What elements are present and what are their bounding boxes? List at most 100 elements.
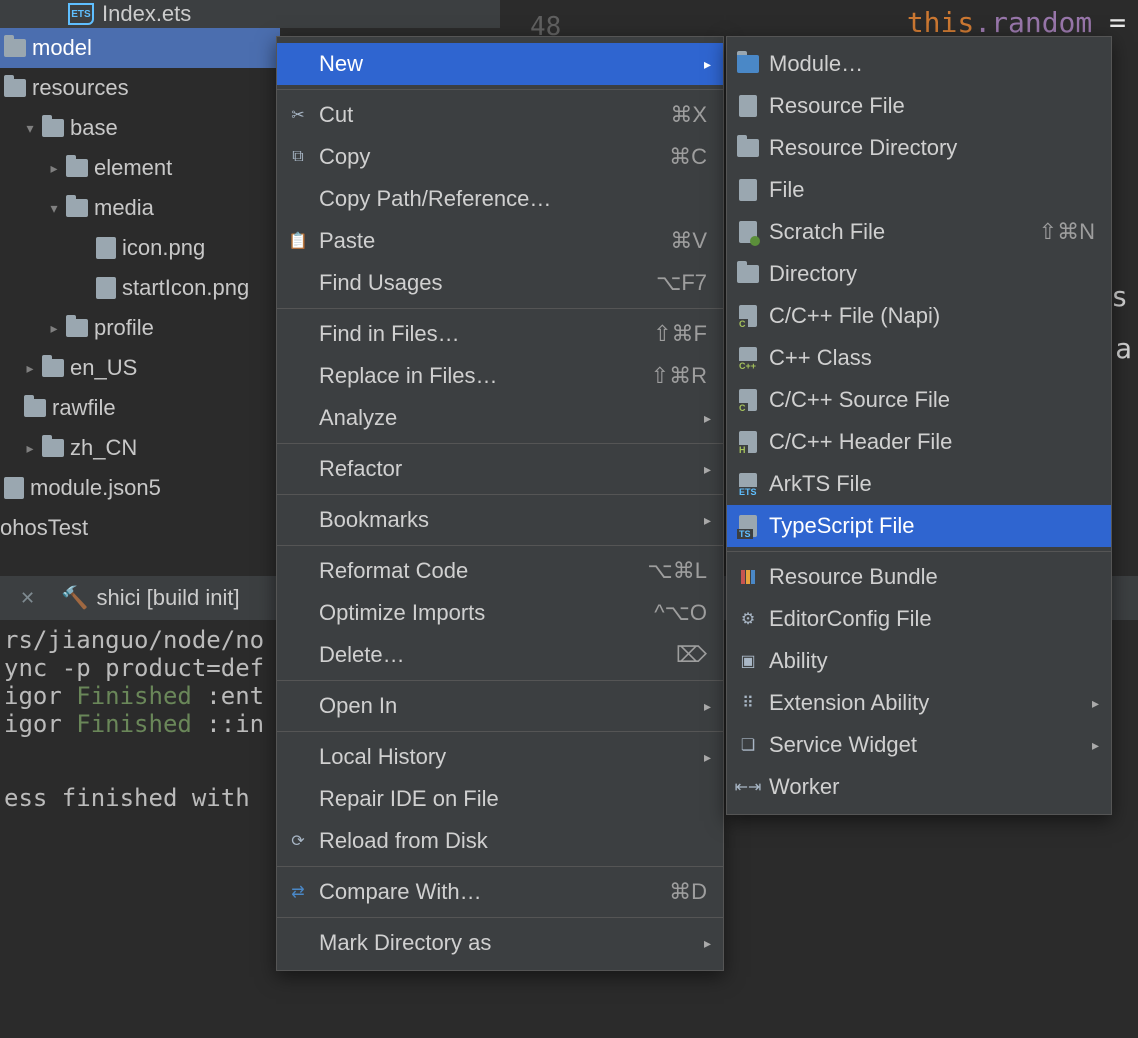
tree-item-zh-cn[interactable]: ▸ zh_CN — [0, 428, 280, 468]
tree-item-module-json5[interactable]: module.json5 — [0, 468, 280, 508]
menu-item-label: Analyze — [319, 405, 707, 431]
new-menu-item-extension-ability[interactable]: ⠿Extension Ability▸ — [727, 682, 1111, 724]
tree-item-rawfile[interactable]: rawfile — [0, 388, 280, 428]
menu-item-label: Compare With… — [319, 879, 659, 905]
context-menu-item-repair-ide-on-file[interactable]: Repair IDE on File — [277, 778, 723, 820]
build-tab-shici[interactable]: 🔨 shici [build init] — [61, 585, 239, 611]
new-menu-item-service-widget[interactable]: ❏Service Widget▸ — [727, 724, 1111, 766]
terminal-line: rs/jianguo/node/no — [4, 626, 264, 654]
context-menu-item-replace-in-files[interactable]: Replace in Files…⇧⌘R — [277, 355, 723, 397]
context-menu-item-analyze[interactable]: Analyze▸ — [277, 397, 723, 439]
reload-icon: ⟳ — [287, 830, 309, 852]
menu-item-label: C/C++ Source File — [769, 387, 1095, 413]
folder-icon — [42, 359, 64, 377]
tree-item-element[interactable]: ▸ element — [0, 148, 280, 188]
new-menu-item-scratch-file[interactable]: Scratch File⇧⌘N — [727, 211, 1111, 253]
menu-item-label: Ability — [769, 648, 1095, 674]
tree-item-starticon-png[interactable]: startIcon.png — [0, 268, 280, 308]
new-menu-item-resource-bundle[interactable]: Resource Bundle — [727, 556, 1111, 598]
code-field: .random — [974, 6, 1092, 39]
context-menu-item-bookmarks[interactable]: Bookmarks▸ — [277, 499, 723, 541]
context-menu-item-compare-with[interactable]: ⇄Compare With…⌘D — [277, 871, 723, 913]
new-menu-item-editorconfig-file[interactable]: ⚙EditorConfig File — [727, 598, 1111, 640]
new-menu-item-resource-directory[interactable]: Resource Directory — [727, 127, 1111, 169]
ets-icon: ETS — [68, 3, 94, 25]
chevron-right-icon: ▸ — [1092, 737, 1099, 754]
context-menu-item-reformat-code[interactable]: Reformat Code⌥⌘L — [277, 550, 723, 592]
menu-item-label: Reload from Disk — [319, 828, 707, 854]
tree-label: en_US — [70, 355, 137, 381]
file-icon — [737, 95, 759, 117]
tree-item-en-us[interactable]: ▸ en_US — [0, 348, 280, 388]
context-menu-item-open-in[interactable]: Open In▸ — [277, 685, 723, 727]
tree-label: startIcon.png — [122, 275, 249, 301]
tree-label: zh_CN — [70, 435, 137, 461]
terminal-text: igor — [4, 710, 76, 738]
menu-item-label: C/C++ File (Napi) — [769, 303, 1095, 329]
menu-item-label: Module… — [769, 51, 1095, 77]
h-file-icon: H — [737, 431, 759, 453]
new-menu-item-typescript-file[interactable]: TSTypeScript File — [727, 505, 1111, 547]
copy-icon: ⧉ — [287, 146, 309, 168]
tree-item-resources[interactable]: resources — [0, 68, 280, 108]
new-menu-item-c-c-header-file[interactable]: H C/C++ Header File — [727, 421, 1111, 463]
menu-item-label: File — [769, 177, 1095, 203]
grid-icon: ⠿ — [737, 692, 759, 714]
context-menu-item-reload-from-disk[interactable]: ⟳ Reload from Disk — [277, 820, 723, 862]
menu-item-label: Copy — [319, 144, 659, 170]
new-menu-item-module[interactable]: Module… — [727, 43, 1111, 85]
tree-item-media[interactable]: ▾ media — [0, 188, 280, 228]
tree-item-icon-png[interactable]: icon.png — [0, 228, 280, 268]
new-menu-item-file[interactable]: File — [727, 169, 1111, 211]
menu-item-label: C/C++ Header File — [769, 429, 1095, 455]
menu-item-label: C++ Class — [769, 345, 1095, 371]
tree-label: element — [94, 155, 172, 181]
image-file-icon — [96, 237, 116, 259]
context-menu-item-mark-directory-as[interactable]: Mark Directory as▸ — [277, 922, 723, 964]
new-menu-item-c-class[interactable]: C++ C++ Class — [727, 337, 1111, 379]
tree-item-ohostest[interactable]: ohosTest — [0, 508, 280, 548]
context-menu-item-paste[interactable]: 📋Paste⌘V — [277, 220, 723, 262]
close-icon[interactable]: ✕ — [10, 588, 45, 609]
project-tree: model resources ▾ base ▸ element ▾ media… — [0, 28, 280, 548]
chevron-right-icon: ▸ — [704, 698, 711, 715]
context-menu-item-copy[interactable]: ⧉Copy⌘C — [277, 136, 723, 178]
menu-item-label: Resource File — [769, 93, 1095, 119]
menu-item-label: Resource Bundle — [769, 564, 1095, 590]
menu-item-label: Optimize Imports — [319, 600, 644, 626]
context-menu-item-refactor[interactable]: Refactor▸ — [277, 448, 723, 490]
context-menu: New▸✂Cut⌘X⧉Copy⌘CCopy Path/Reference…📋Pa… — [276, 36, 724, 971]
menu-separator — [727, 551, 1111, 552]
tree-label: rawfile — [52, 395, 116, 421]
new-menu-item-directory[interactable]: Directory — [727, 253, 1111, 295]
menu-separator — [277, 308, 723, 309]
context-menu-item-optimize-imports[interactable]: Optimize Imports ^⌥O — [277, 592, 723, 634]
ability-icon: ▣ — [737, 650, 759, 672]
tree-label: resources — [32, 75, 129, 101]
chevron-right-icon: ▸ — [704, 935, 711, 952]
tree-item-model[interactable]: model — [0, 28, 280, 68]
context-menu-item-new[interactable]: New▸ — [277, 43, 723, 85]
menu-item-label: Worker — [769, 774, 1095, 800]
new-menu-item-c-c-source-file[interactable]: CC/C++ Source File — [727, 379, 1111, 421]
tree-item-base[interactable]: ▾ base — [0, 108, 280, 148]
cpp-file-icon: C++ — [737, 347, 759, 369]
context-menu-item-copy-path-reference[interactable]: Copy Path/Reference… — [277, 178, 723, 220]
context-menu-item-find-usages[interactable]: Find Usages⌥F7 — [277, 262, 723, 304]
menu-item-label: Find Usages — [319, 270, 646, 296]
tree-item-profile[interactable]: ▸ profile — [0, 308, 280, 348]
context-menu-item-delete[interactable]: Delete…⌦ — [277, 634, 723, 676]
new-menu-item-ability[interactable]: ▣ Ability — [727, 640, 1111, 682]
tree-label: media — [94, 195, 154, 221]
context-menu-item-cut[interactable]: ✂Cut⌘X — [277, 94, 723, 136]
menu-shortcut: ^⌥O — [654, 600, 707, 626]
new-menu-item-worker[interactable]: ⇤⇥Worker — [727, 766, 1111, 808]
context-menu-item-find-in-files[interactable]: Find in Files…⇧⌘F — [277, 313, 723, 355]
new-menu-item-arkts-file[interactable]: ETSArkTS File — [727, 463, 1111, 505]
new-menu-item-c-c-file-napi[interactable]: CC/C++ File (Napi) — [727, 295, 1111, 337]
menu-separator — [277, 866, 723, 867]
new-menu-item-resource-file[interactable]: Resource File — [727, 85, 1111, 127]
editor-tab-index-ets[interactable]: ETS Index.ets — [60, 0, 199, 29]
menu-separator — [277, 89, 723, 90]
context-menu-item-local-history[interactable]: Local History▸ — [277, 736, 723, 778]
